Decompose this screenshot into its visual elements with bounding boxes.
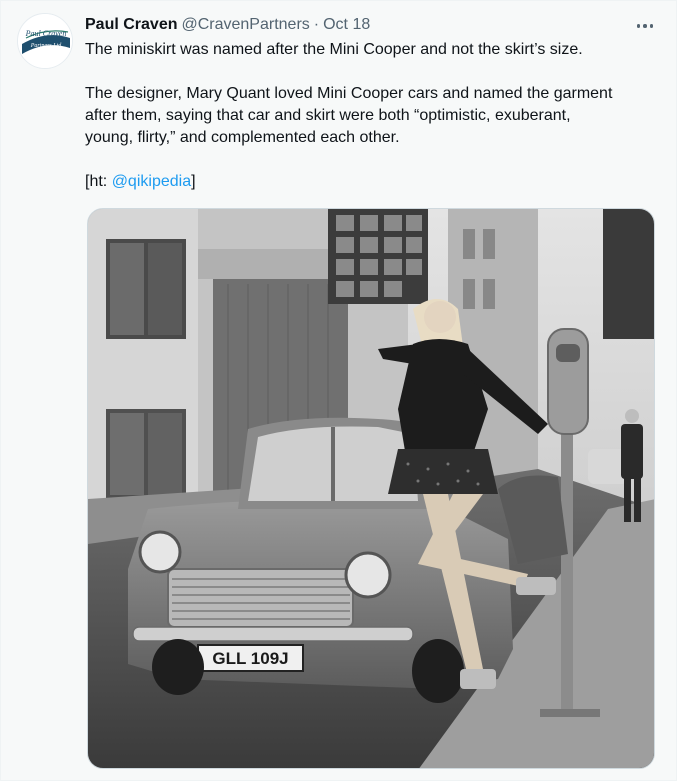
- license-plate-text: GLL 109J: [212, 649, 288, 668]
- tweet-card[interactable]: Paul Craven Partners Ltd Paul Craven @Cr…: [0, 0, 677, 781]
- tweet-text-para-2-line-2: after them, saying that car and skirt we…: [85, 107, 571, 124]
- tweet-content: Paul Craven @CravenPartners · Oct 18 The…: [85, 15, 657, 193]
- more-dot: [643, 24, 647, 28]
- tweet-text-para-2-line-3: young, flirty,” and complemented each ot…: [85, 129, 400, 146]
- credit-prefix: [ht:: [85, 173, 112, 190]
- header-separator: ·: [313, 16, 320, 33]
- credit-link[interactable]: @qikipedia: [112, 173, 191, 190]
- avatar-logo: Paul Craven Partners Ltd: [18, 14, 72, 68]
- avatar-text-2: Partners Ltd: [30, 43, 63, 49]
- more-dot: [636, 24, 641, 28]
- avatar-text-1: Paul Craven: [25, 29, 67, 38]
- more-options-icon[interactable]: [631, 15, 659, 37]
- tweet-date[interactable]: Oct 18: [323, 15, 370, 35]
- tweet-header: Paul Craven @CravenPartners · Oct 18: [85, 15, 657, 35]
- tweet-credit: [ht: @qikipedia]: [85, 171, 657, 193]
- tweet-photo[interactable]: GLL 109J: [87, 208, 655, 769]
- more-dot: [649, 24, 654, 28]
- author-name[interactable]: Paul Craven: [85, 15, 177, 35]
- tweet-text-para-2-line-1: The designer, Mary Quant loved Mini Coop…: [85, 85, 613, 102]
- credit-suffix: ]: [191, 173, 196, 190]
- author-handle[interactable]: @CravenPartners: [181, 15, 309, 35]
- tweet-text-line-1: The miniskirt was named after the Mini C…: [85, 41, 583, 58]
- photo-street-scene: GLL 109J: [88, 209, 654, 768]
- tweet-text: The miniskirt was named after the Mini C…: [85, 39, 657, 193]
- author-avatar[interactable]: Paul Craven Partners Ltd: [17, 13, 73, 69]
